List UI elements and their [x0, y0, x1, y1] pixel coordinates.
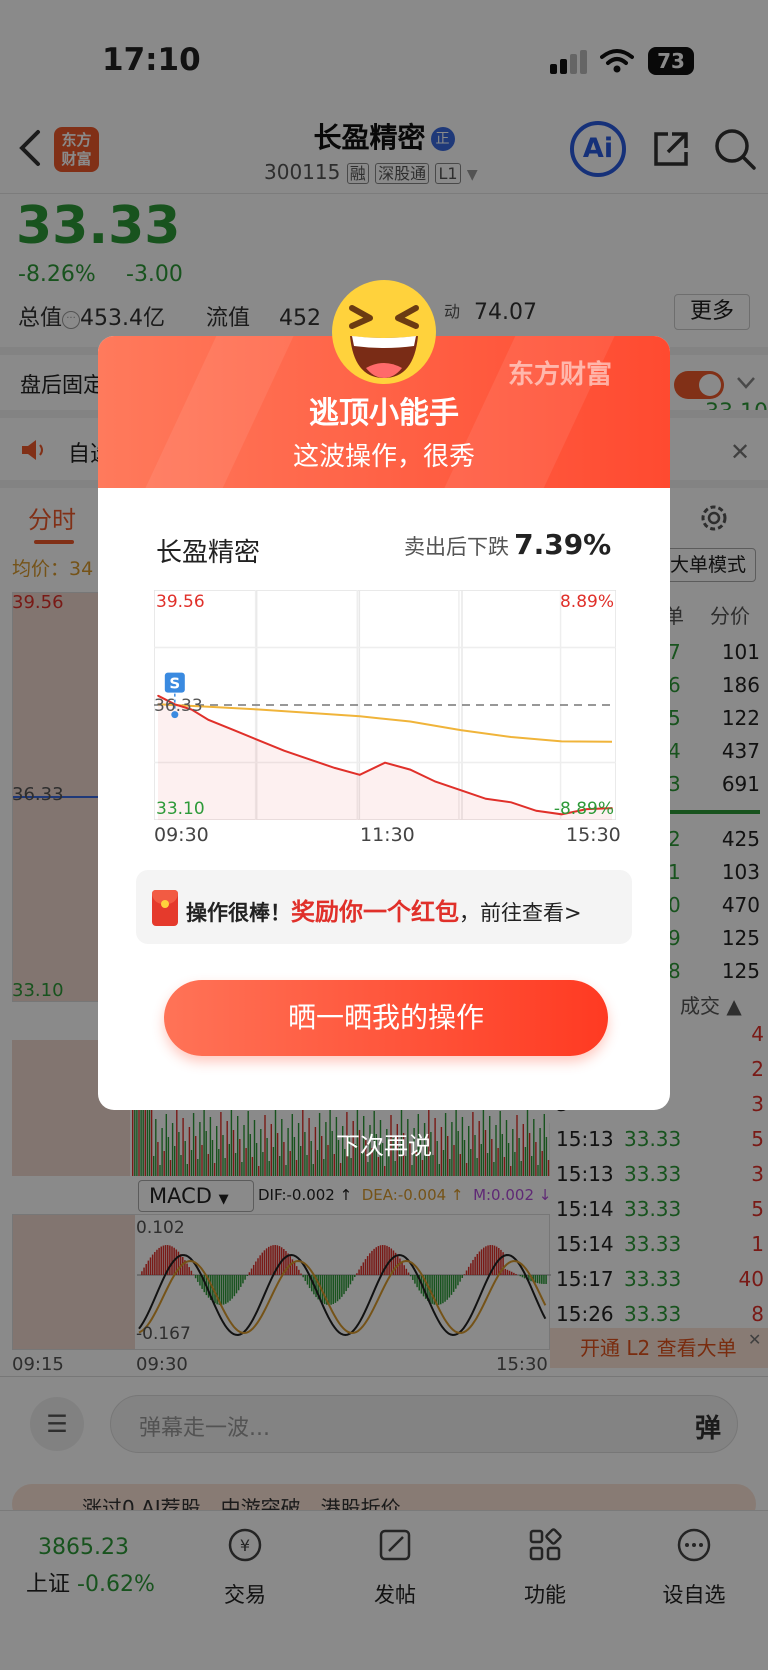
price-point	[485, 798, 487, 800]
y-right-bottom: -8.89%	[554, 799, 614, 819]
x-tick-1530: 15:30	[566, 824, 621, 846]
y-label-mid: 36.33	[154, 696, 203, 716]
price-point	[333, 767, 336, 769]
reward-banner[interactable]: 操作很棒！奖励你一个红包，前往查看>	[136, 870, 632, 944]
price-point	[535, 810, 538, 812]
x-tick-0930: 09:30	[154, 824, 209, 846]
after-sell-value: 7.39%	[514, 528, 612, 561]
modal-title: 逃顶小能手	[309, 396, 459, 431]
price-point	[207, 718, 210, 721]
price-point	[358, 773, 361, 776]
y-right-top: 8.89%	[560, 592, 614, 612]
price-point	[283, 749, 285, 752]
x-tick-1130: 11:30	[360, 824, 415, 846]
modal-stock-name: 长盈精密	[156, 538, 261, 568]
app-screen: 17:10 73 东方 财富 长盈精密 正 300115 融 深股通 L1 ▼ …	[0, 0, 768, 1670]
price-point	[384, 761, 386, 764]
price-point	[409, 768, 412, 771]
modal-subtitle: 这波操作，很秀	[292, 442, 475, 472]
laughing-emoji-icon	[330, 278, 438, 386]
modal-intraday-chart: S 39.56 36.33 33.10 8.89% -8.89%	[153, 589, 617, 821]
achievement-modal: 东方财富 逃顶小能手 这波操作，很秀 长盈精密 卖出后下跌 7.39% S 39.…	[98, 280, 670, 1110]
after-sell-label: 卖出后下跌	[404, 535, 509, 559]
later-link[interactable]: 下次再说	[0, 1126, 768, 1161]
brand-watermark: 东方财富	[508, 360, 613, 390]
red-envelope-icon	[152, 890, 178, 926]
reward-highlight: 奖励你一个红包	[291, 898, 459, 926]
price-point	[308, 758, 311, 761]
price-point	[434, 780, 437, 783]
price-point	[258, 739, 260, 742]
price-point	[232, 729, 235, 731]
reward-suffix: ，前往查看>	[459, 901, 582, 925]
y-label-bottom: 33.10	[156, 799, 205, 819]
sell-marker-label: S	[169, 675, 180, 693]
y-label-top: 39.56	[156, 592, 205, 612]
reward-prefix: 操作很棒！	[186, 901, 291, 925]
price-point	[459, 789, 462, 792]
price-point	[510, 801, 512, 804]
share-operation-button[interactable]: 晒一晒我的操作	[164, 980, 608, 1056]
after-sell-drop: 卖出后下跌 7.39%	[404, 528, 611, 561]
